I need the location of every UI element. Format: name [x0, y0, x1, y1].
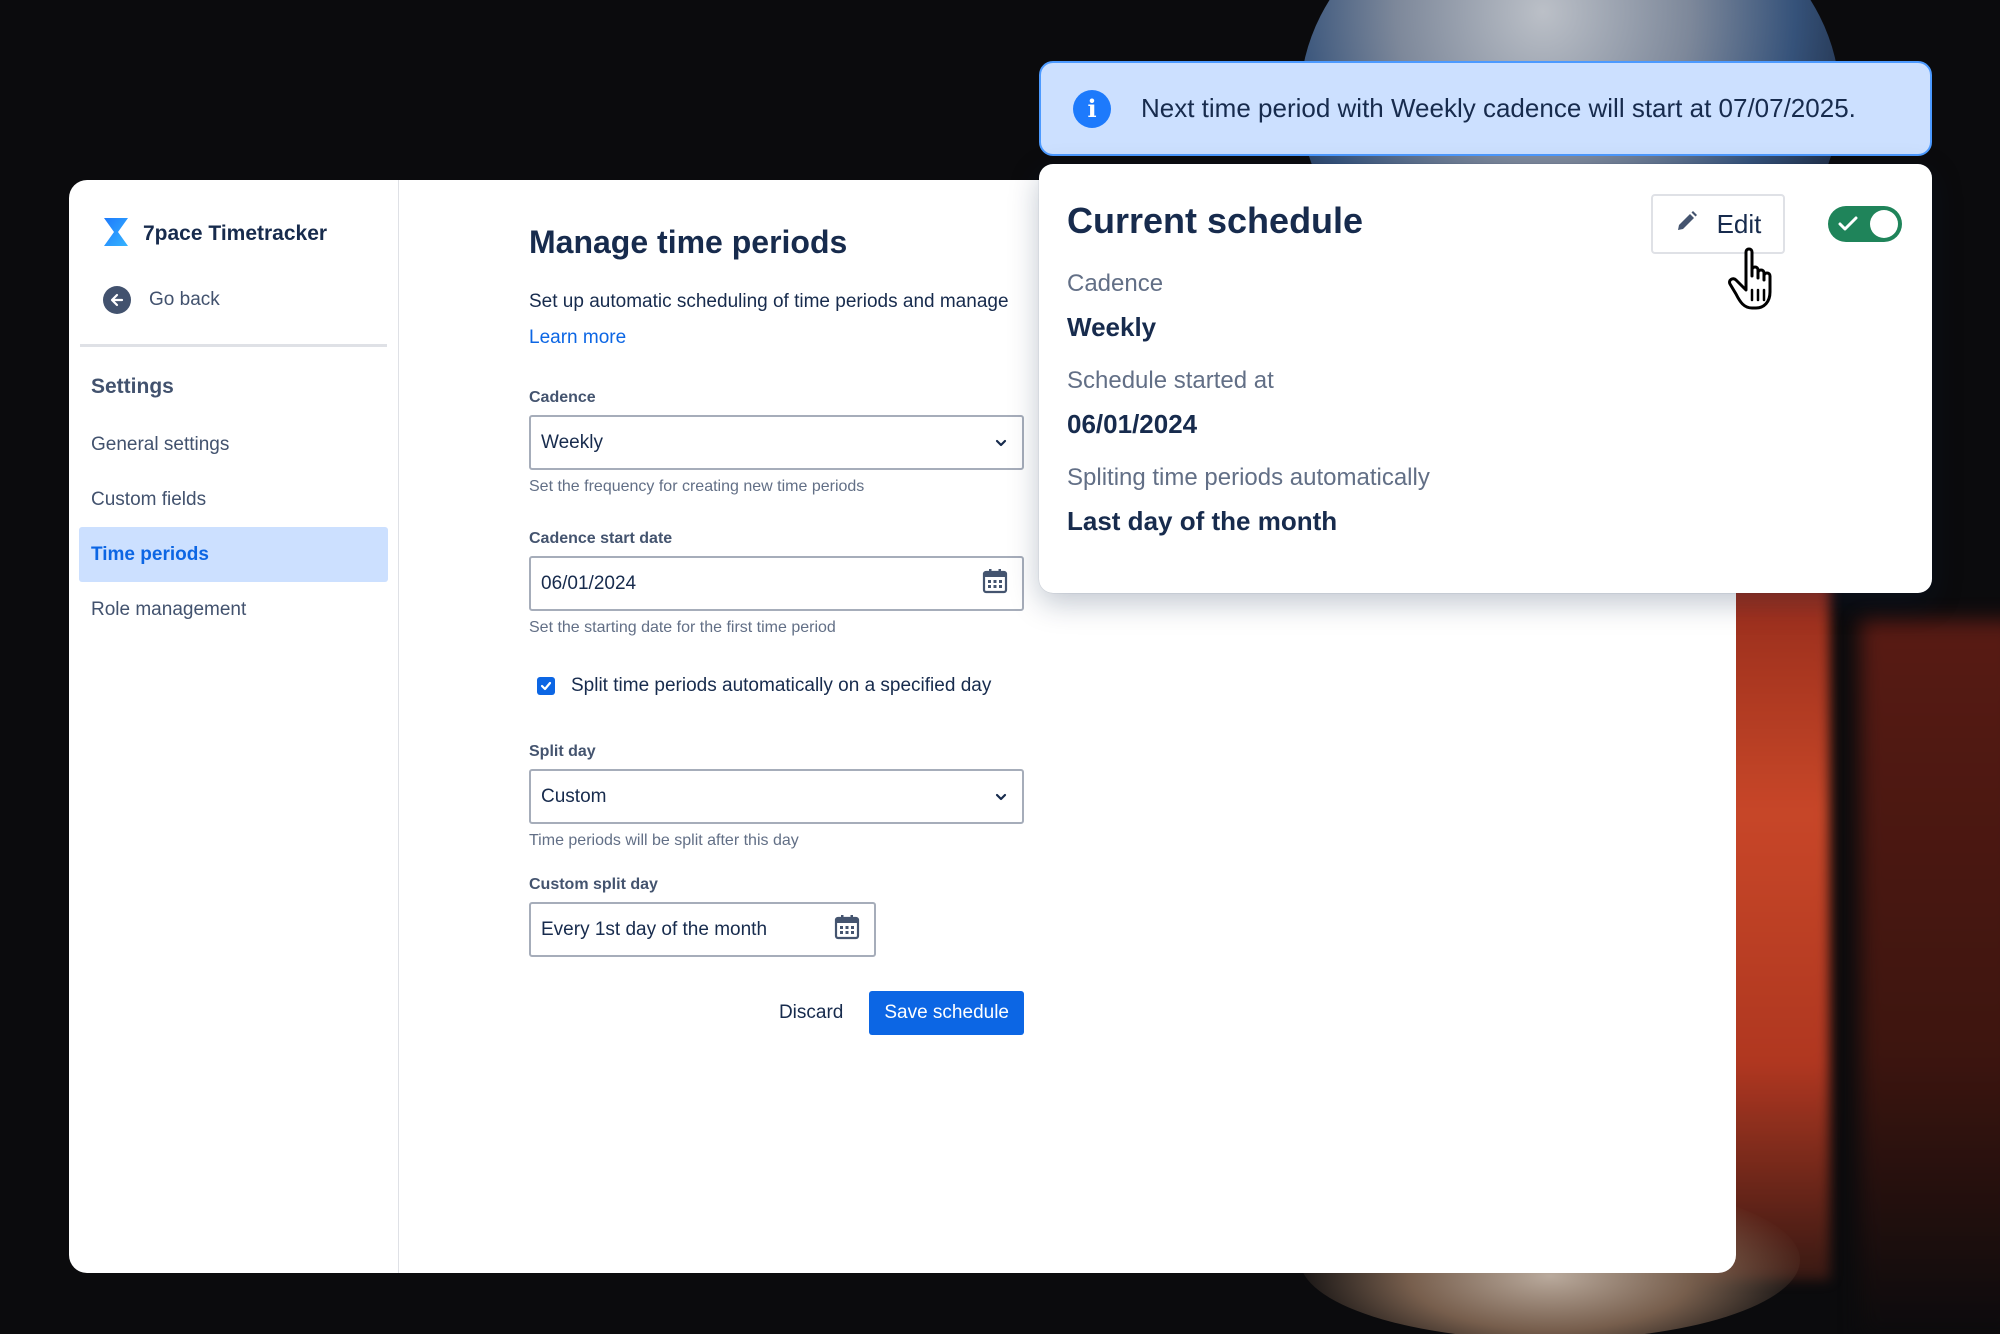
info-banner: i Next time period with Weekly cadence w… [1039, 61, 1932, 156]
pencil-icon [1675, 209, 1699, 240]
card-field-value: 06/01/2024 [1067, 409, 1198, 439]
card-field-splitting: Spliting time periods automatically Last… [1067, 464, 1904, 537]
edit-button[interactable]: Edit [1651, 194, 1785, 254]
split-day-value: Custom [541, 785, 607, 807]
cadence-start-date-input[interactable]: 06/01/2024 [529, 556, 1024, 611]
cadence-start-help: Set the starting date for the first time… [529, 619, 836, 636]
save-schedule-button[interactable]: Save schedule [869, 991, 1024, 1035]
hand-pointer-icon [1728, 246, 1788, 317]
sidebar-divider [80, 344, 387, 347]
schedule-toggle[interactable] [1828, 206, 1902, 242]
card-field-label: Schedule started at [1067, 367, 1274, 394]
edit-label: Edit [1716, 208, 1762, 239]
go-back-link[interactable]: Go back [79, 280, 388, 320]
chevron-down-icon [994, 786, 1008, 808]
sidebar: 7pace Timetracker Go back Settings Gener… [69, 180, 399, 1273]
custom-split-day-input[interactable]: Every 1st day of the month [529, 902, 876, 957]
discard-button[interactable]: Discard [777, 994, 845, 1032]
logo-icon [103, 217, 129, 252]
custom-split-day-label: Custom split day [529, 876, 658, 893]
current-schedule-card: Current schedule Edit Cadence Weekly Sch… [1039, 164, 1932, 593]
banner-text: Next time period with Weekly cadence wil… [1141, 93, 1856, 123]
custom-split-day-value: Every 1st day of the month [541, 918, 768, 940]
cadence-select-value: Weekly [541, 431, 603, 453]
card-field-label: Spliting time periods automatically [1067, 464, 1430, 491]
settings-heading: Settings [91, 375, 174, 398]
go-back-label: Go back [149, 289, 220, 310]
background-glow-right [1860, 620, 2000, 1334]
split-day-field: Split day Custom Time periods will be sp… [529, 743, 1736, 850]
sidebar-item-role-management[interactable]: Role management [79, 582, 388, 637]
card-field-schedule-started: Schedule started at 06/01/2024 [1067, 367, 1904, 440]
split-day-label: Split day [529, 743, 596, 760]
sidebar-item-custom-fields[interactable]: Custom fields [79, 472, 388, 527]
app-title: 7pace Timetracker [143, 222, 328, 245]
split-day-select[interactable]: Custom [529, 769, 1024, 824]
split-checkbox[interactable] [537, 677, 555, 695]
learn-more-link[interactable]: Learn more [529, 327, 626, 349]
arrow-left-icon [103, 286, 131, 314]
card-field-value: Last day of the month [1067, 506, 1338, 536]
form-actions: Discard Save schedule [529, 991, 1024, 1035]
check-icon [1838, 215, 1858, 238]
toggle-knob [1870, 210, 1898, 238]
chevron-down-icon [994, 432, 1008, 454]
split-checkbox-label: Split time periods automatically on a sp… [571, 675, 992, 696]
info-icon: i [1073, 89, 1111, 128]
settings-nav: General settings Custom fields Time peri… [79, 417, 388, 637]
split-checkbox-row[interactable]: Split time periods automatically on a sp… [529, 675, 1736, 697]
cadence-start-value: 06/01/2024 [541, 572, 637, 594]
calendar-icon[interactable] [834, 914, 860, 946]
cadence-select[interactable]: Weekly [529, 415, 1024, 470]
brand: 7pace Timetracker [79, 214, 388, 254]
custom-split-day-field: Custom split day Every 1st day of the mo… [529, 876, 1736, 957]
sidebar-item-time-periods[interactable]: Time periods [79, 527, 388, 582]
calendar-icon[interactable] [982, 568, 1008, 600]
sidebar-item-general-settings[interactable]: General settings [79, 417, 388, 472]
split-day-help: Time periods will be split after this da… [529, 832, 799, 849]
